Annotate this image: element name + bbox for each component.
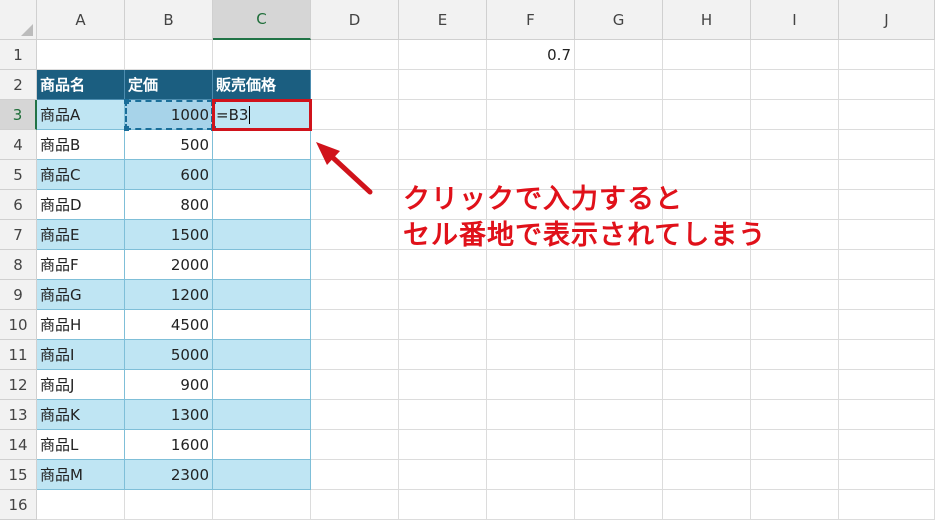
annotation-arrow-icon [316,142,373,195]
